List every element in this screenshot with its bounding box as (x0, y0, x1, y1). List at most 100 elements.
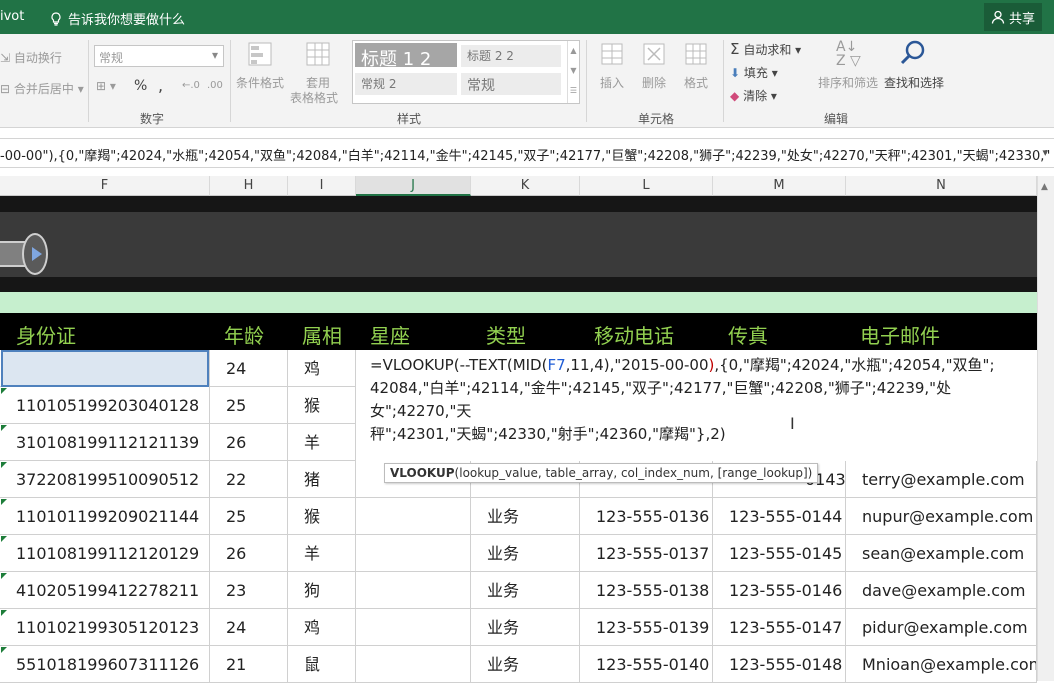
cell-zodiac[interactable]: 鼠 (288, 646, 356, 683)
col-header-M[interactable]: M (713, 176, 846, 196)
style-heading2-2[interactable]: 标题 2 2 (461, 45, 561, 67)
cell-styles-gallery[interactable]: 标题 1 2 标题 2 2 常规 2 常规 ▲ ▼ ☰ (352, 40, 580, 104)
error-indicator-icon (1, 425, 7, 431)
cell-email[interactable]: pidur@example.com (846, 609, 1037, 646)
cell-formula-editor[interactable]: =VLOOKUP(--TEXT(MID(F7,11,4),"2015-00-00… (356, 350, 1037, 461)
number-format-combo[interactable]: 常规 ▾ (94, 45, 224, 67)
percent-button[interactable]: % (134, 78, 147, 94)
cell-constellation[interactable] (356, 646, 471, 683)
autosum-button[interactable]: Σ 自动求和 ▾ (730, 40, 801, 58)
cell-constellation[interactable] (356, 535, 471, 572)
gallery-scroll[interactable]: ▲ ▼ ☰ (567, 41, 579, 103)
cell-id[interactable]: 372208199510090512 (0, 461, 210, 498)
fill-down-icon: ⬇ (730, 66, 741, 80)
cell-age[interactable]: 23 (210, 572, 288, 609)
cell-fax[interactable]: 123-555-0145 (713, 535, 846, 572)
col-header-F[interactable]: F (0, 176, 210, 196)
insert-cells-icon (601, 43, 623, 65)
chevron-down-icon[interactable]: ▾ (1042, 146, 1048, 159)
col-header-N[interactable]: N (846, 176, 1037, 196)
style-heading1-2[interactable]: 标题 1 2 (355, 43, 457, 70)
col-header-K[interactable]: K (471, 176, 580, 196)
cell-zodiac[interactable]: 鸡 (288, 350, 356, 387)
fill-button[interactable]: ⬇ 填充 ▾ (730, 64, 778, 81)
formula-bar[interactable]: -00-00"),{0,"摩羯";42024,"水瓶";42054,"双鱼";4… (0, 138, 1054, 168)
table-row: 110108199112120129 26 羊 业务 123-555-0137 123-5… (0, 535, 1037, 572)
cell-fax[interactable]: 123-555-0146 (713, 572, 846, 609)
col-header-L[interactable]: L (580, 176, 713, 196)
cell-id[interactable]: 110108199112120129 (0, 535, 210, 572)
share-button[interactable]: 共享 (984, 3, 1042, 31)
table-row: 110101199209021144 25 猴 业务 123-555-0136 123-5… (0, 498, 1037, 535)
cell-fax[interactable]: 123-555-0147 (713, 609, 846, 646)
cell-email[interactable]: Mnioan@example.com (846, 646, 1037, 683)
cell-age[interactable]: 24 (210, 350, 288, 387)
cell-mobile[interactable]: 123-555-0139 (580, 609, 713, 646)
cell-mobile[interactable]: 123-555-0138 (580, 572, 713, 609)
cell-type[interactable]: 业务 (471, 535, 580, 572)
cell-id[interactable]: 310108199112121139 (0, 424, 210, 461)
cell-zodiac[interactable]: 猪 (288, 461, 356, 498)
vertical-scrollbar[interactable]: ▲ (1037, 176, 1054, 681)
cell-zodiac[interactable]: 猴 (288, 387, 356, 424)
cell-age[interactable]: 22 (210, 461, 288, 498)
style-normal-2[interactable]: 常规 2 (355, 73, 457, 95)
cell-id[interactable]: 110102199305120123 (0, 609, 210, 646)
cell-email[interactable]: sean@example.com (846, 535, 1037, 572)
ribbon-separator (230, 40, 231, 122)
clear-button[interactable]: ◆ 清除 ▾ (730, 87, 777, 104)
cell-zodiac[interactable]: 羊 (288, 535, 356, 572)
cell-mobile[interactable]: 123-555-0140 (580, 646, 713, 683)
comma-button[interactable]: , (158, 76, 163, 95)
cell-age[interactable]: 24 (210, 609, 288, 646)
cell-age[interactable]: 21 (210, 646, 288, 683)
cell-mobile[interactable]: 123-555-0136 (580, 498, 713, 535)
cell-email[interactable]: nupur@example.com (846, 498, 1037, 535)
cell-id[interactable]: 110101199209021144 (0, 498, 210, 535)
cell-age[interactable]: 25 (210, 387, 288, 424)
cell-email[interactable]: dave@example.com (846, 572, 1037, 609)
selected-cell[interactable] (1, 350, 209, 387)
cell-type[interactable]: 业务 (471, 646, 580, 683)
merge-center-button[interactable]: ⊟ 合并后居中 ▾ (0, 80, 84, 97)
style-normal[interactable]: 常规 (461, 73, 561, 95)
cell-type[interactable]: 业务 (471, 498, 580, 535)
banner-bottom-stripe (0, 277, 1037, 292)
wrap-text-button[interactable]: ⇲ 自动换行 (0, 49, 62, 66)
delete-cells-icon (643, 43, 665, 65)
scroll-up-icon[interactable]: ▲ (1041, 182, 1048, 192)
tell-me-text: 告诉我你想要做什么 (68, 13, 186, 28)
tell-me-box[interactable]: 告诉我你想要做什么 (50, 9, 185, 28)
cell-fax[interactable]: 123-555-0148 (713, 646, 846, 683)
scroll-arrow-shape[interactable] (0, 233, 50, 275)
cell-type[interactable]: 业务 (471, 609, 580, 646)
cell-age[interactable]: 26 (210, 424, 288, 461)
cell-zodiac[interactable]: 狗 (288, 572, 356, 609)
cell-id[interactable]: 110105199203040128 (0, 387, 210, 424)
cell-id[interactable]: 410205199412278211 (0, 572, 210, 609)
formula-text: -00-00"),{0,"摩羯";42024,"水瓶";42054,"双鱼";4… (0, 149, 1051, 164)
cell-zodiac[interactable]: 鸡 (288, 609, 356, 646)
cell-constellation[interactable] (356, 609, 471, 646)
cell-zodiac[interactable]: 羊 (288, 424, 356, 461)
green-band (0, 292, 1037, 313)
cell-age[interactable]: 26 (210, 535, 288, 572)
cell-id[interactable]: 551018199607311126 (0, 646, 210, 683)
decrease-decimal-button[interactable]: .00 (207, 80, 223, 91)
error-indicator-icon (1, 647, 7, 653)
cell-constellation[interactable] (356, 498, 471, 535)
cell-email[interactable]: terry@example.com (846, 461, 1037, 498)
cell-zodiac[interactable]: 猴 (288, 498, 356, 535)
cell-age[interactable]: 25 (210, 498, 288, 535)
cell-type[interactable]: 业务 (471, 572, 580, 609)
col-header-H[interactable]: H (210, 176, 288, 196)
col-header-I[interactable]: I (288, 176, 356, 196)
col-header-J[interactable]: J (356, 176, 471, 196)
increase-decimal-button[interactable]: ←.0 (182, 80, 200, 91)
function-tooltip[interactable]: VLOOKUP(lookup_value, table_array, col_i… (384, 463, 819, 483)
cell-constellation[interactable] (356, 572, 471, 609)
cell-fax[interactable]: 123-555-0144 (713, 498, 846, 535)
eraser-icon: ◆ (730, 89, 740, 103)
cell-mobile[interactable]: 123-555-0137 (580, 535, 713, 572)
accounting-format-button[interactable]: ⊞ ▾ (96, 79, 116, 93)
